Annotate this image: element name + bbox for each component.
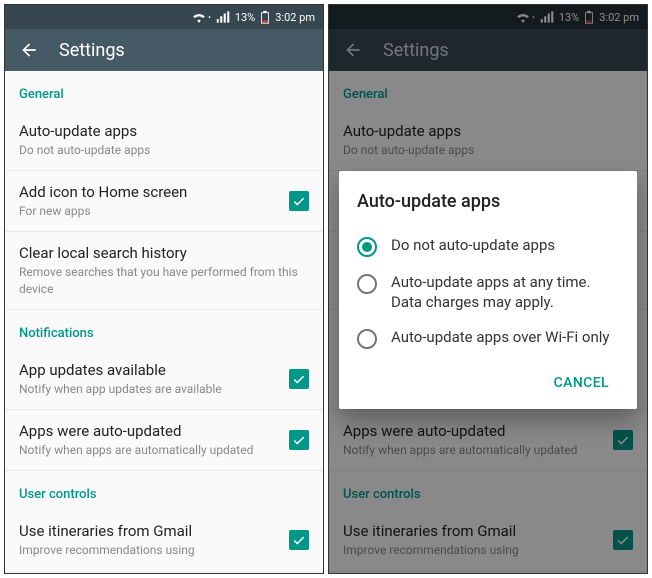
item-auto-updated[interactable]: Apps were auto-updated Notify when apps … (5, 410, 323, 471)
radio-label: Auto-update apps at any time. Data charg… (391, 273, 619, 312)
battery-percent: 13% (235, 11, 255, 24)
item-title: App updates available (19, 361, 279, 379)
item-add-icon[interactable]: Add icon to Home screen For new apps (5, 171, 323, 232)
item-auto-update[interactable]: Auto-update apps Do not auto-update apps (5, 110, 323, 171)
item-clear-search[interactable]: Clear local search history Remove search… (5, 232, 323, 309)
radio-unselected-icon (357, 329, 377, 349)
item-subtitle: Improve recommendations using (19, 542, 279, 558)
app-bar: Settings (5, 29, 323, 71)
radio-unselected-icon (357, 274, 377, 294)
checkbox-checked[interactable] (289, 530, 309, 550)
settings-list: General Auto-update apps Do not auto-upd… (5, 71, 323, 570)
clock: 3:02 pm (275, 11, 315, 24)
checkbox-checked[interactable] (289, 369, 309, 389)
auto-update-dialog: Auto-update apps Do not auto-update apps… (339, 171, 637, 409)
item-title: Apps were auto-updated (19, 422, 279, 440)
settings-screen-dialog: • 13% 3:02 pm Settings General Auto-upda… (328, 4, 648, 574)
item-title: Auto-update apps (19, 122, 309, 140)
item-itineraries[interactable]: Use itineraries from Gmail Improve recom… (5, 510, 323, 570)
battery-icon (260, 10, 270, 24)
page-title: Settings (59, 40, 125, 61)
wifi-icon (192, 11, 206, 23)
status-bar: • 13% 3:02 pm (5, 5, 323, 29)
item-title: Use itineraries from Gmail (19, 522, 279, 540)
cancel-button[interactable]: CANCEL (544, 367, 619, 399)
checkbox-checked[interactable] (289, 430, 309, 450)
item-subtitle: Notify when apps are automatically updat… (19, 442, 279, 458)
radio-label: Auto-update apps over Wi-Fi only (391, 328, 610, 348)
radio-label: Do not auto-update apps (391, 236, 555, 256)
dialog-actions: CANCEL (357, 367, 619, 399)
radio-selected-icon (357, 237, 377, 257)
item-title: Clear local search history (19, 244, 309, 262)
item-subtitle: For new apps (19, 203, 279, 219)
radio-option-wifi-only[interactable]: Auto-update apps over Wi-Fi only (357, 320, 619, 357)
signal-icon (216, 11, 230, 23)
settings-screen: • 13% 3:02 pm Settings General Auto-upda… (4, 4, 324, 574)
item-subtitle: Remove searches that you have performed … (19, 264, 309, 296)
section-general: General (5, 71, 323, 110)
back-icon[interactable] (19, 40, 39, 60)
item-title: Add icon to Home screen (19, 183, 279, 201)
checkbox-checked[interactable] (289, 191, 309, 211)
radio-option-any-time[interactable]: Auto-update apps at any time. Data charg… (357, 265, 619, 320)
section-notifications: Notifications (5, 310, 323, 349)
dialog-title: Auto-update apps (357, 191, 619, 212)
item-updates-available[interactable]: App updates available Notify when app up… (5, 349, 323, 410)
section-user-controls: User controls (5, 471, 323, 510)
item-subtitle: Notify when app updates are available (19, 381, 279, 397)
radio-option-do-not[interactable]: Do not auto-update apps (357, 228, 619, 265)
item-subtitle: Do not auto-update apps (19, 142, 309, 158)
wifi-dot-icon: • (208, 13, 211, 22)
